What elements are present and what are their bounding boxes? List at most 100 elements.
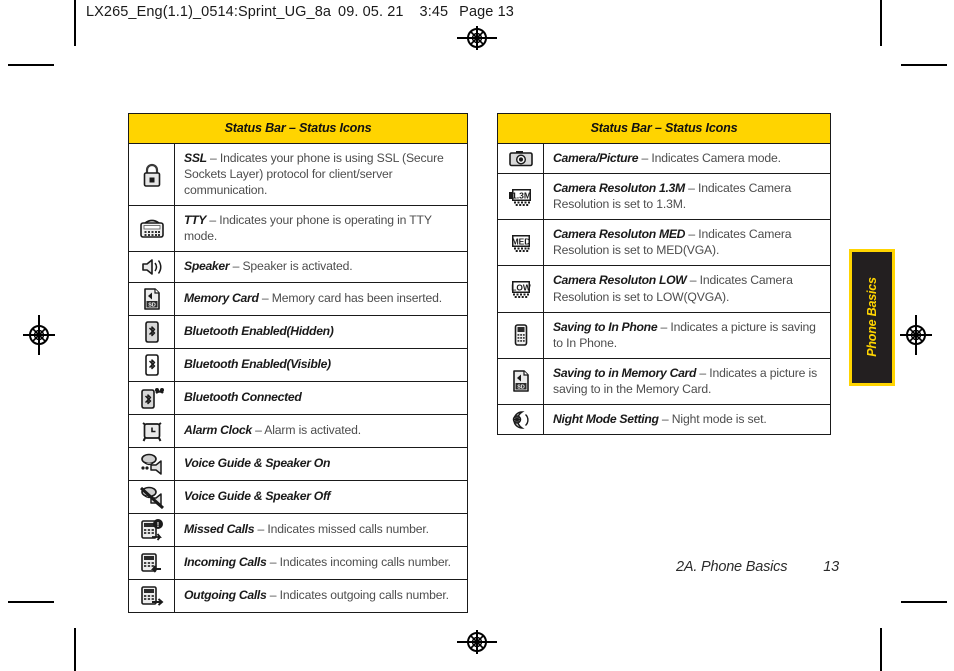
crop-mark-top-right-vertical bbox=[880, 0, 882, 46]
row-dash: – bbox=[254, 522, 268, 537]
table-row: SD Memory Card – Memory card has been in… bbox=[129, 281, 467, 316]
footer-page-number: 13 bbox=[823, 559, 839, 575]
row-description: Alarm Clock – Alarm is activated. bbox=[174, 413, 467, 448]
camera-resolution-low-icon: LOW bbox=[498, 265, 544, 313]
row-text: Indicates Camera mode. bbox=[651, 151, 781, 165]
row-term: Bluetooth Enabled(Visible) bbox=[184, 357, 331, 372]
table-row: TTY – Indicates your phone is operating … bbox=[129, 205, 467, 252]
row-description: Camera Resoluton 1.3M – Indicates Camera… bbox=[543, 173, 830, 220]
row-term: Voice Guide & Speaker Off bbox=[184, 489, 331, 504]
svg-text:1.3M: 1.3M bbox=[511, 190, 530, 200]
print-slug-line: LX265_Eng(1.1)_0514:Sprint_UG_8a 09. 05. … bbox=[86, 4, 514, 20]
crop-mark-top-left-horizontal bbox=[8, 64, 54, 66]
row-description: Camera Resoluton MED – Indicates Camera … bbox=[543, 219, 830, 266]
row-dash: – bbox=[206, 151, 220, 165]
table-row: SD Saving to in Memory Card – Indicates … bbox=[498, 357, 830, 405]
row-term: Missed Calls bbox=[184, 522, 255, 537]
table-row: MED Camera Resoluton MED – Indicates Cam… bbox=[498, 219, 830, 266]
table-header-right: Status Bar – Status Icons bbox=[498, 114, 830, 144]
padlock-icon bbox=[129, 144, 175, 206]
row-dash: – bbox=[686, 273, 700, 288]
bluetooth-visible-icon bbox=[129, 347, 175, 382]
row-text: Indicates your phone is operating in TTY… bbox=[184, 213, 432, 244]
row-term: Camera/Picture bbox=[553, 151, 639, 165]
row-description: Incoming Calls – Indicates incoming call… bbox=[174, 545, 467, 580]
tty-device-icon bbox=[129, 205, 175, 252]
row-term: Saving to in Memory Card bbox=[553, 365, 697, 380]
saving-to-phone-icon bbox=[498, 311, 544, 359]
section-thumb-tab: Phone Basics bbox=[849, 249, 895, 386]
table-row: Bluetooth Enabled(Hidden) bbox=[129, 314, 467, 349]
row-text: Indicates your phone is using SSL (Secur… bbox=[184, 151, 444, 198]
status-icons-table-left: Status Bar – Status Icons SSL – Indicate… bbox=[128, 113, 468, 613]
row-text: Speaker is activated. bbox=[242, 259, 353, 274]
table-row: SSL – Indicates your phone is using SSL … bbox=[129, 144, 467, 206]
row-description: Camera Resoluton LOW – Indicates Camera … bbox=[543, 265, 830, 313]
row-text: Indicates incoming calls number. bbox=[279, 555, 451, 570]
crop-mark-top-right-horizontal bbox=[901, 64, 947, 66]
voice-guide-speaker-off-icon bbox=[129, 479, 175, 514]
row-description: Voice Guide & Speaker On bbox=[174, 446, 467, 481]
row-term: Voice Guide & Speaker On bbox=[184, 456, 331, 471]
row-term: Incoming Calls bbox=[184, 555, 267, 570]
slug-page: Page 13 bbox=[459, 4, 514, 20]
row-description: Memory Card – Memory card has been inser… bbox=[174, 281, 467, 316]
crop-mark-bottom-left-horizontal bbox=[8, 601, 54, 603]
page-footer: 2A. Phone Basics 13 bbox=[676, 559, 839, 575]
table-row: Voice Guide & Speaker Off bbox=[129, 479, 467, 514]
row-term: Outgoing Calls bbox=[184, 588, 267, 603]
row-dash: – bbox=[266, 555, 280, 570]
table-row: Voice Guide & Speaker On bbox=[129, 446, 467, 481]
registration-mark-left-middle bbox=[23, 315, 55, 355]
table-row: 1.3M Camera Resoluton 1.3M – Indicates C… bbox=[498, 173, 830, 220]
row-dash: – bbox=[696, 365, 710, 380]
outgoing-calls-icon bbox=[129, 578, 175, 612]
crop-mark-top-left-vertical bbox=[74, 0, 76, 46]
camera-icon bbox=[498, 144, 544, 174]
table-row: LOW Camera Resoluton LOW – Indicates Cam… bbox=[498, 265, 830, 313]
saving-to-memory-card-icon: SD bbox=[498, 357, 544, 405]
svg-text:SD: SD bbox=[148, 302, 156, 308]
row-description: Bluetooth Enabled(Hidden) bbox=[174, 314, 467, 349]
row-dash: – bbox=[258, 291, 272, 306]
slug-date: 09. 05. 21 bbox=[338, 4, 404, 20]
row-dash: – bbox=[266, 588, 280, 603]
row-description: Outgoing Calls – Indicates outgoing call… bbox=[174, 578, 467, 612]
camera-resolution-med-icon: MED bbox=[498, 219, 544, 266]
registration-mark-top-center bbox=[457, 26, 497, 50]
table-row: Incoming Calls – Indicates incoming call… bbox=[129, 545, 467, 580]
row-term: Camera Resoluton LOW bbox=[553, 273, 687, 288]
voice-guide-speaker-on-icon bbox=[129, 446, 175, 481]
table-row: ! Missed Calls – Indicates missed calls … bbox=[129, 512, 467, 547]
row-dash: – bbox=[657, 319, 671, 334]
row-description: TTY – Indicates your phone is operating … bbox=[174, 205, 467, 252]
row-term: TTY bbox=[184, 213, 207, 228]
svg-text:!: ! bbox=[156, 520, 159, 529]
slug-filename: LX265_Eng(1.1)_0514:Sprint_UG_8a bbox=[86, 4, 332, 20]
table-row: Saving to In Phone – Indicates a picture… bbox=[498, 311, 830, 359]
camera-resolution-1-3m-icon: 1.3M bbox=[498, 173, 544, 220]
row-description: Night Mode Setting – Night mode is set. bbox=[543, 404, 830, 435]
memory-card-icon: SD bbox=[129, 281, 175, 316]
row-text: Alarm is activated. bbox=[264, 423, 361, 438]
row-dash: – bbox=[684, 181, 698, 196]
row-description: Voice Guide & Speaker Off bbox=[174, 479, 467, 514]
svg-text:MED: MED bbox=[511, 236, 530, 246]
row-description: SSL – Indicates your phone is using SSL … bbox=[175, 144, 468, 206]
row-dash: – bbox=[229, 259, 243, 274]
row-description: Camera/Picture – Indicates Camera mode. bbox=[544, 144, 831, 174]
bluetooth-connected-icon bbox=[129, 380, 175, 415]
row-term: Memory Card bbox=[184, 291, 259, 306]
table-row: Outgoing Calls – Indicates outgoing call… bbox=[129, 578, 467, 612]
row-description: Saving to in Memory Card – Indicates a p… bbox=[543, 357, 830, 405]
svg-text:SD: SD bbox=[517, 385, 525, 391]
row-term: Camera Resoluton MED bbox=[553, 227, 686, 242]
row-description: Bluetooth Enabled(Visible) bbox=[174, 347, 467, 382]
row-description: Missed Calls – Indicates missed calls nu… bbox=[174, 512, 467, 547]
row-term: Bluetooth Enabled(Hidden) bbox=[184, 324, 334, 339]
table-header-left: Status Bar – Status Icons bbox=[129, 114, 467, 144]
night-mode-icon bbox=[498, 404, 544, 435]
row-dash: – bbox=[638, 151, 652, 165]
row-description: Saving to In Phone – Indicates a picture… bbox=[543, 311, 830, 359]
table-row: Alarm Clock – Alarm is activated. bbox=[129, 413, 467, 448]
